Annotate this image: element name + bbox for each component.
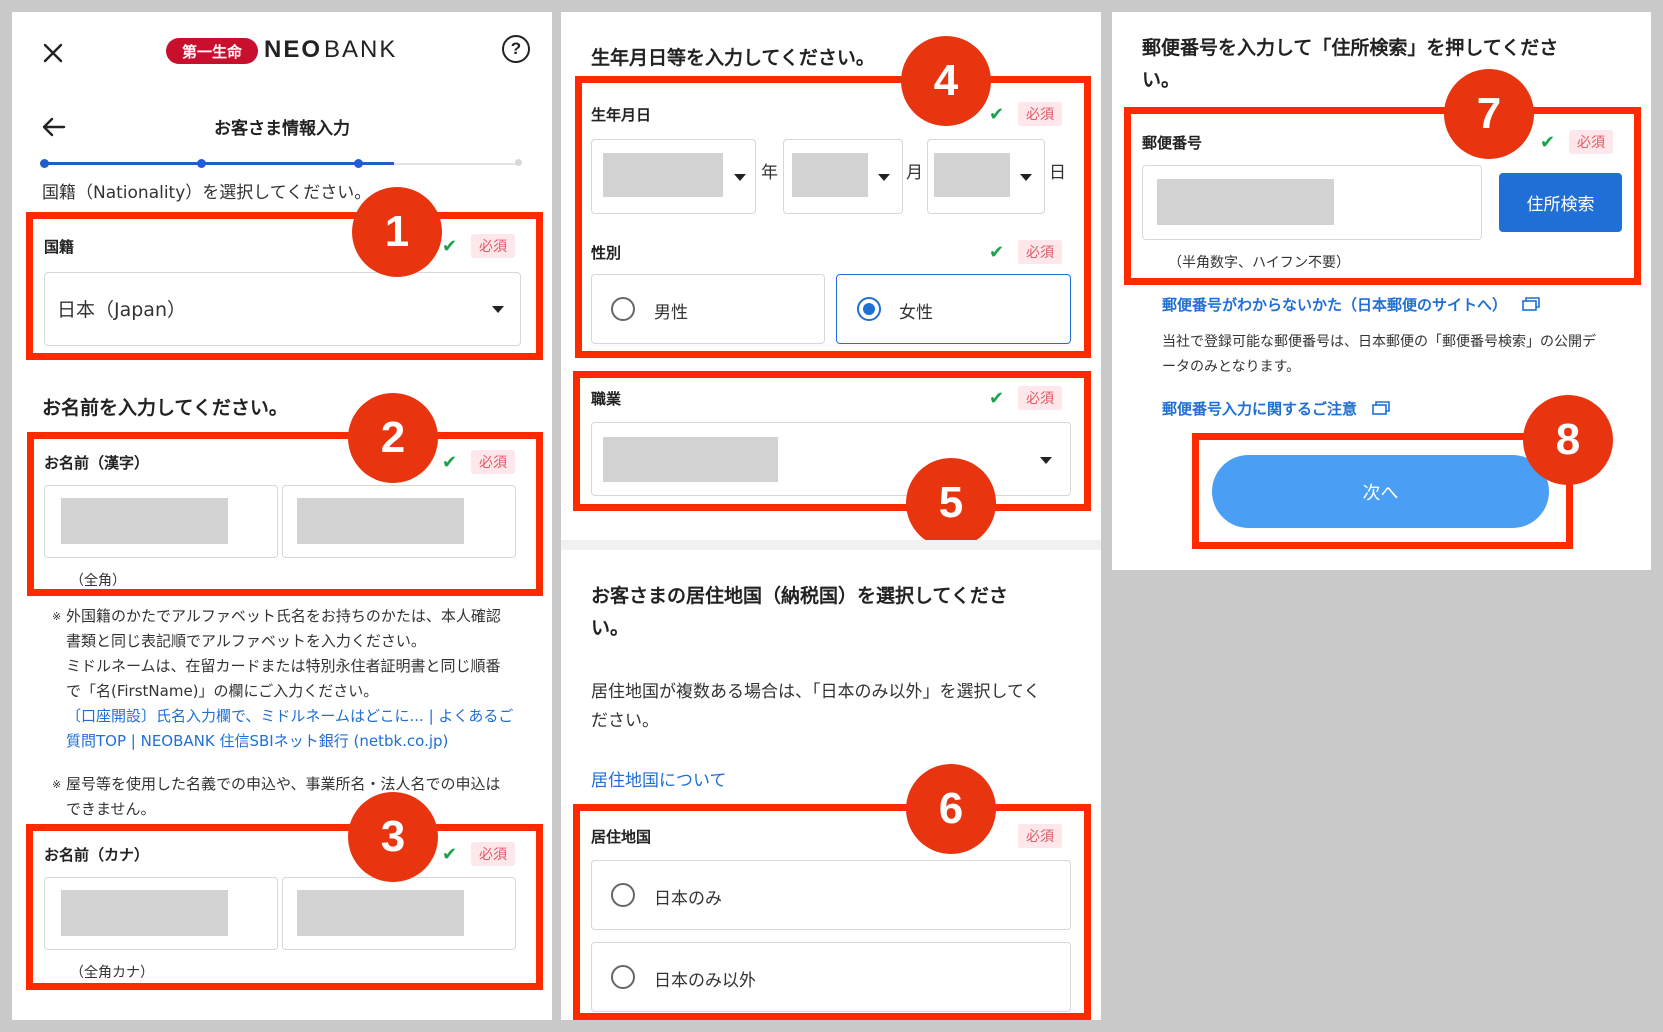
panel-postal-code: 郵便番号を入力して「住所検索」を押してくださ い。 郵便番号 ✔ 必須 住所検索…	[1112, 12, 1651, 570]
logo-neo: NEO	[264, 36, 323, 63]
name-heading: お名前を入力してください。	[42, 397, 288, 419]
section-divider	[561, 540, 1101, 550]
note-line: 外国籍のかたでアルファベット氏名をお持ちのかたは、本人確認	[66, 607, 501, 625]
postal-body-line: ータのみとなります。	[1162, 359, 1301, 375]
faq-link[interactable]: 質問TOP | NEOBANK 住信SBIネット銀行 (netbk.co.jp)	[66, 729, 448, 754]
help-icon[interactable]: ?	[502, 35, 530, 63]
faq-link[interactable]: 〔口座開設〕氏名入力欄で、ミドルネームはどこに... | よくあるご	[66, 704, 513, 729]
residence-body-line: 居住地国が複数ある場合は、「日本のみ以外」を選択してく	[591, 682, 1041, 702]
highlight-box-5	[573, 371, 1091, 511]
postal-heading-line: 郵便番号を入力して「住所検索」を押してくださ	[1142, 37, 1559, 59]
logo: 第一生命 NEO BANK	[166, 36, 406, 68]
step-badge-6: 6	[906, 764, 996, 854]
note-line: できません。	[66, 800, 156, 818]
postal-heading: 郵便番号を入力して「住所検索」を押してくださ い。	[1142, 32, 1632, 96]
external-link-icon	[1372, 400, 1390, 419]
postal-help-link-text: 郵便番号がわからないかた（日本郵便のサイトへ）	[1162, 296, 1508, 314]
step-badge-3: 3	[348, 792, 438, 882]
postal-note-link[interactable]: 郵便番号入力に関するご注意	[1162, 398, 1390, 419]
note-line: ミドルネームは、在留カードまたは特別永住者証明書と同じ順番	[66, 657, 501, 675]
postal-heading-line: い。	[1142, 69, 1181, 91]
logo-badge: 第一生命	[166, 38, 258, 64]
panel-birth-occupation: 生年月日等を入力してください。 生年月日 ✔ 必須 年 月 日 性別 ✔ 必須 …	[561, 12, 1101, 1020]
step-badge-2: 2	[348, 393, 438, 483]
postal-body: 当社で登録可能な郵便番号は、日本郵便の「郵便番号検索」の公開デ ータのみとなりま…	[1162, 330, 1596, 380]
note-line: 書類と同じ表記順でアルファベットを入力ください。	[66, 632, 426, 650]
step-badge-4: 4	[901, 36, 991, 126]
progress-fill	[44, 162, 394, 165]
residence-heading-line: い。	[591, 617, 630, 639]
note-line: 屋号等を使用した名義での申込や、事業所名・法人名での申込は	[66, 775, 501, 793]
highlight-box-3	[26, 824, 543, 990]
highlight-box-2	[27, 432, 543, 596]
highlight-box-8	[1192, 433, 1573, 549]
note-mark: ※	[52, 778, 62, 791]
residence-heading-line: お客さまの居住地国（納税国）を選択してくださ	[591, 585, 1008, 607]
highlight-box-6	[573, 804, 1091, 1020]
progress-step-4	[515, 159, 522, 166]
note-line: で「名(FirstName)」の欄にご入力ください。	[66, 682, 379, 700]
highlight-box-7	[1124, 107, 1641, 285]
residence-body: 居住地国が複数ある場合は、「日本のみ以外」を選択してく ださい。	[591, 678, 1040, 736]
residence-body-line: ださい。	[591, 711, 659, 731]
logo-bank: BANK	[324, 36, 398, 63]
postal-help-link[interactable]: 郵便番号がわからないかた（日本郵便のサイトへ）	[1162, 294, 1540, 315]
panel-nationality-name: 第一生命 NEO BANK ? お客さま情報入力 国籍（Nationality）…	[12, 12, 552, 1020]
step-badge-5: 5	[906, 458, 996, 548]
step-badge-1: 1	[352, 187, 442, 277]
step-badge-8: 8	[1523, 395, 1613, 485]
residence-info-link[interactable]: 居住地国について	[591, 766, 727, 791]
close-icon[interactable]	[42, 42, 64, 64]
postal-note-link-text: 郵便番号入力に関するご注意	[1162, 400, 1358, 418]
postal-body-line: 当社で登録可能な郵便番号は、日本郵便の「郵便番号検索」の公開デ	[1162, 334, 1596, 350]
birth-heading: 生年月日等を入力してください。	[591, 47, 875, 69]
progress-step-1	[40, 159, 49, 168]
progress-step-2	[197, 159, 206, 168]
residence-heading: お客さまの居住地国（納税国）を選択してくださ い。	[591, 580, 1081, 644]
page-title: お客さま情報入力	[214, 119, 350, 139]
highlight-box-4	[575, 76, 1091, 358]
note-mark: ※	[52, 610, 62, 623]
progress-step-3	[354, 159, 363, 168]
step-badge-7: 7	[1444, 69, 1534, 159]
external-link-icon	[1522, 296, 1540, 315]
nationality-prompt: 国籍（Nationality）を選択してください。	[42, 183, 372, 203]
highlight-box-1	[26, 212, 543, 360]
